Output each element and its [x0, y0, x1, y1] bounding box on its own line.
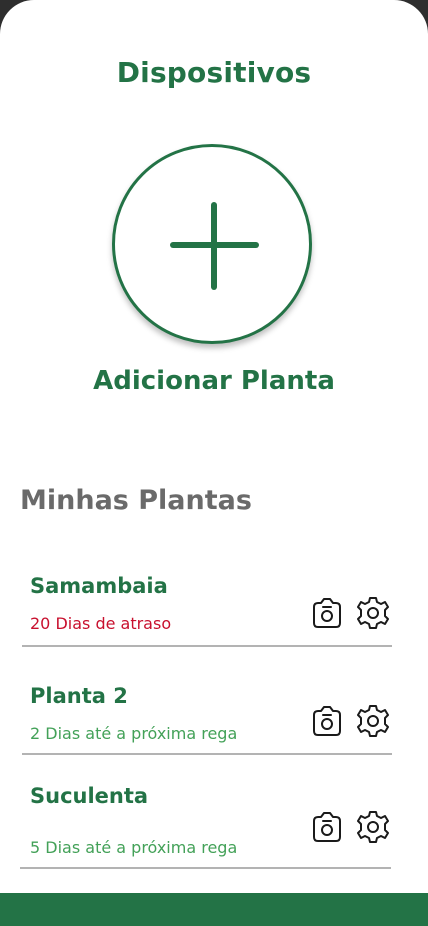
plant-list-item[interactable]: Samambaia 20 Dias de atraso	[22, 560, 392, 647]
gear-icon[interactable]	[354, 702, 392, 740]
plant-list-item[interactable]: Suculenta 5 Dias até a próxima rega	[20, 770, 391, 869]
camera-icon[interactable]	[308, 808, 346, 846]
plant-list-item[interactable]: Planta 2 2 Dias até a próxima rega	[22, 670, 392, 755]
page-title: Dispositivos	[116, 56, 312, 89]
section-title: Minhas Plantas	[20, 485, 252, 516]
camera-icon[interactable]	[308, 594, 346, 632]
gear-icon[interactable]	[354, 594, 392, 632]
camera-icon[interactable]	[308, 702, 346, 740]
plant-status: 20 Dias de atraso	[30, 614, 172, 633]
add-plant-label[interactable]: Adicionar Planta	[0, 366, 428, 396]
plant-name: Samambaia	[30, 574, 168, 598]
plant-name: Planta 2	[30, 684, 128, 708]
gear-icon[interactable]	[354, 808, 392, 846]
plus-icon	[170, 202, 259, 290]
add-plant-button[interactable]	[112, 144, 312, 344]
plant-status: 5 Dias até a próxima rega	[30, 838, 238, 857]
plant-name: Suculenta	[30, 784, 149, 808]
plant-status: 2 Dias até a próxima rega	[30, 724, 238, 743]
app-screen: Dispositivos Adicionar Planta Minhas Pla…	[0, 0, 428, 926]
bottom-bar	[0, 893, 428, 926]
